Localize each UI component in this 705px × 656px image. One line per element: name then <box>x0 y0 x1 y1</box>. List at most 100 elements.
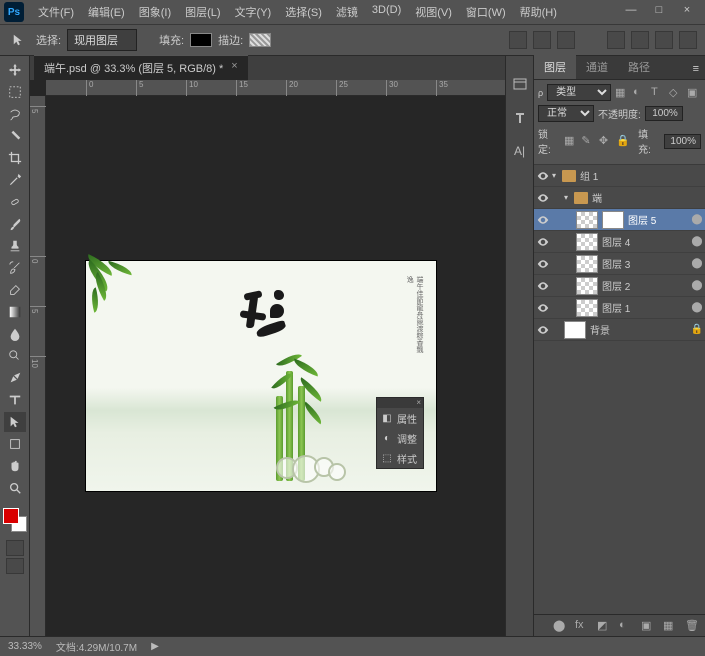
foreground-color-swatch[interactable] <box>3 508 19 524</box>
minimize-button[interactable]: — <box>623 4 639 20</box>
popup-header[interactable]: × <box>377 398 423 408</box>
history-brush-tool[interactable] <box>4 258 26 278</box>
layer-effects-icon[interactable]: fx <box>575 619 589 633</box>
layer-filter-dropdown[interactable]: 类型 <box>547 84 611 101</box>
adjustment-layer-icon[interactable]: ◐ <box>619 619 633 633</box>
quickmask-toggle[interactable] <box>6 540 24 556</box>
tab-paths[interactable]: 路径 <box>618 55 660 79</box>
align-icon[interactable] <box>509 31 527 49</box>
new-group-icon[interactable]: ▣ <box>641 619 655 633</box>
eraser-tool[interactable] <box>4 280 26 300</box>
opacity-value[interactable]: 100% <box>645 106 683 121</box>
paragraph-panel-icon[interactable]: A| <box>512 144 528 160</box>
lasso-tool[interactable] <box>4 104 26 124</box>
lock-pixels-icon[interactable]: ✎ <box>581 134 594 148</box>
blend-mode-dropdown[interactable]: 正常 <box>538 105 594 122</box>
fill-opacity-value[interactable]: 100% <box>664 134 701 149</box>
visibility-toggle[interactable] <box>534 280 552 292</box>
type-tool[interactable] <box>4 390 26 410</box>
expand-toggle[interactable]: ▾ <box>564 193 574 202</box>
mode-icon-4[interactable] <box>679 31 697 49</box>
stamp-tool[interactable] <box>4 236 26 256</box>
heal-tool[interactable] <box>4 192 26 212</box>
mode-icon-2[interactable] <box>631 31 649 49</box>
marquee-tool[interactable] <box>4 82 26 102</box>
menu-file[interactable]: 文件(F) <box>32 2 80 22</box>
character-panel-icon[interactable] <box>512 110 528 126</box>
visibility-toggle[interactable] <box>534 324 552 336</box>
layer-thumbnail[interactable] <box>576 211 598 229</box>
artwork-canvas[interactable]: 端午佳節龍舟競渡粽香飄逸 × ◧ 属性 ◐ 调整 <box>86 261 436 491</box>
menu-layer[interactable]: 图层(L) <box>179 2 226 22</box>
close-button[interactable]: × <box>679 4 695 20</box>
menu-view[interactable]: 视图(V) <box>409 2 458 22</box>
filter-shape-icon[interactable]: ◇ <box>669 86 683 100</box>
horizontal-ruler[interactable]: 0 5 10 15 20 25 30 35 <box>46 80 505 96</box>
layer-row[interactable]: 图层 5⬤ <box>534 209 705 231</box>
maximize-button[interactable]: □ <box>651 4 667 20</box>
layer-name[interactable]: 图层 4 <box>602 234 689 249</box>
mode-icon[interactable] <box>607 31 625 49</box>
mask-thumbnail[interactable] <box>602 211 624 229</box>
hand-tool[interactable] <box>4 456 26 476</box>
crop-tool[interactable] <box>4 148 26 168</box>
lock-transparency-icon[interactable]: ▦ <box>564 134 577 148</box>
menu-edit[interactable]: 编辑(E) <box>82 2 131 22</box>
menu-window[interactable]: 窗口(W) <box>460 2 512 22</box>
fill-swatch[interactable] <box>190 33 212 47</box>
expand-toggle[interactable]: ▾ <box>552 171 562 180</box>
layer-row[interactable]: 背景🔒 <box>534 319 705 341</box>
layer-thumbnail[interactable] <box>576 255 598 273</box>
zoom-level[interactable]: 33.33% <box>8 641 42 652</box>
menu-help[interactable]: 帮助(H) <box>514 2 563 22</box>
layer-row[interactable]: 图层 1⬤ <box>534 297 705 319</box>
layer-thumbnail[interactable] <box>576 299 598 317</box>
menu-image[interactable]: 图象(I) <box>133 2 177 22</box>
layer-row[interactable]: 图层 2⬤ <box>534 275 705 297</box>
layer-row[interactable]: 图层 4⬤ <box>534 231 705 253</box>
canvas-viewport[interactable]: 端午佳節龍舟競渡粽香飄逸 × ◧ 属性 ◐ 调整 <box>46 96 505 636</box>
layer-row[interactable]: ▾端 <box>534 187 705 209</box>
layer-name[interactable]: 图层 1 <box>602 300 689 315</box>
visibility-toggle[interactable] <box>534 170 552 182</box>
vertical-ruler[interactable]: 5 0 5 10 <box>30 96 46 636</box>
color-picker[interactable] <box>3 508 27 532</box>
popup-adjustments-item[interactable]: ◐ 调整 <box>377 428 423 448</box>
layer-mask-icon[interactable]: ◩ <box>597 619 611 633</box>
lock-position-icon[interactable]: ✥ <box>599 134 612 148</box>
layer-name[interactable]: 图层 3 <box>602 256 689 271</box>
select-mode-dropdown[interactable]: 现用图层 <box>67 29 137 51</box>
current-tool-icon[interactable] <box>8 30 30 50</box>
visibility-toggle[interactable] <box>534 214 552 226</box>
gradient-tool[interactable] <box>4 302 26 322</box>
popup-close-icon[interactable]: × <box>416 398 421 407</box>
visibility-toggle[interactable] <box>534 258 552 270</box>
menu-select[interactable]: 选择(S) <box>279 2 328 22</box>
new-layer-icon[interactable]: ▦ <box>663 619 677 633</box>
menu-3d[interactable]: 3D(D) <box>366 2 407 22</box>
brush-tool[interactable] <box>4 214 26 234</box>
layer-name[interactable]: 图层 5 <box>628 212 689 227</box>
layer-thumbnail[interactable] <box>576 277 598 295</box>
filter-image-icon[interactable]: ▦ <box>615 86 629 100</box>
filter-adjust-icon[interactable]: ◐ <box>633 86 647 100</box>
align-icon-3[interactable] <box>557 31 575 49</box>
move-tool[interactable] <box>4 60 26 80</box>
filter-smart-icon[interactable]: ▣ <box>687 86 701 100</box>
document-info[interactable]: 文档:4.29M/10.7M <box>56 639 137 654</box>
dodge-tool[interactable] <box>4 346 26 366</box>
screenmode-toggle[interactable] <box>6 558 24 574</box>
align-icon-2[interactable] <box>533 31 551 49</box>
shape-tool[interactable] <box>4 434 26 454</box>
document-close-icon[interactable]: × <box>231 60 237 76</box>
stroke-swatch[interactable] <box>249 33 271 47</box>
lock-all-icon[interactable]: 🔒 <box>616 134 630 148</box>
link-layers-icon[interactable]: ⬤ <box>553 619 567 633</box>
visibility-toggle[interactable] <box>534 236 552 248</box>
layer-name[interactable]: 组 1 <box>580 168 705 183</box>
layer-thumbnail[interactable] <box>576 233 598 251</box>
wand-tool[interactable] <box>4 126 26 146</box>
layer-row[interactable]: ▾ 组 1 <box>534 165 705 187</box>
popup-styles-item[interactable]: ⬚ 样式 <box>377 448 423 468</box>
layer-thumbnail[interactable] <box>564 321 586 339</box>
